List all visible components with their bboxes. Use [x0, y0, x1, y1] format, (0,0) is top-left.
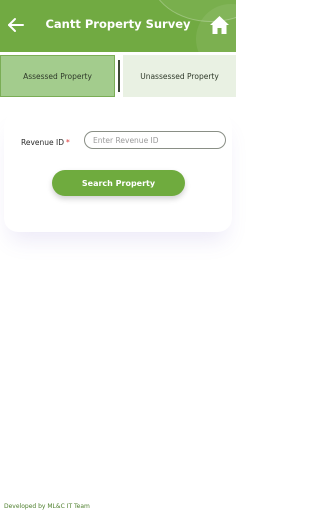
revenue-id-input[interactable] — [84, 131, 226, 149]
revenue-id-label-text: Revenue ID — [21, 138, 65, 147]
tab-label: Assessed Property — [23, 71, 92, 81]
required-marker: * — [66, 138, 70, 147]
footer-credit: Developed by ML&C IT Team — [4, 503, 90, 510]
tab-label: Unassessed Property — [140, 71, 219, 81]
tab-assessed-property[interactable]: Assessed Property — [0, 55, 115, 97]
search-property-button[interactable]: Search Property — [52, 170, 185, 196]
revenue-id-label: Revenue ID * — [21, 138, 70, 147]
tab-unassessed-property[interactable]: Unassessed Property — [123, 55, 236, 97]
page-title: Cantt Property Survey — [45, 17, 191, 31]
tab-divider — [118, 60, 120, 92]
home-icon[interactable] — [209, 15, 230, 35]
app-header: Cantt Property Survey — [0, 0, 236, 52]
arrow-left-icon[interactable] — [6, 15, 26, 35]
